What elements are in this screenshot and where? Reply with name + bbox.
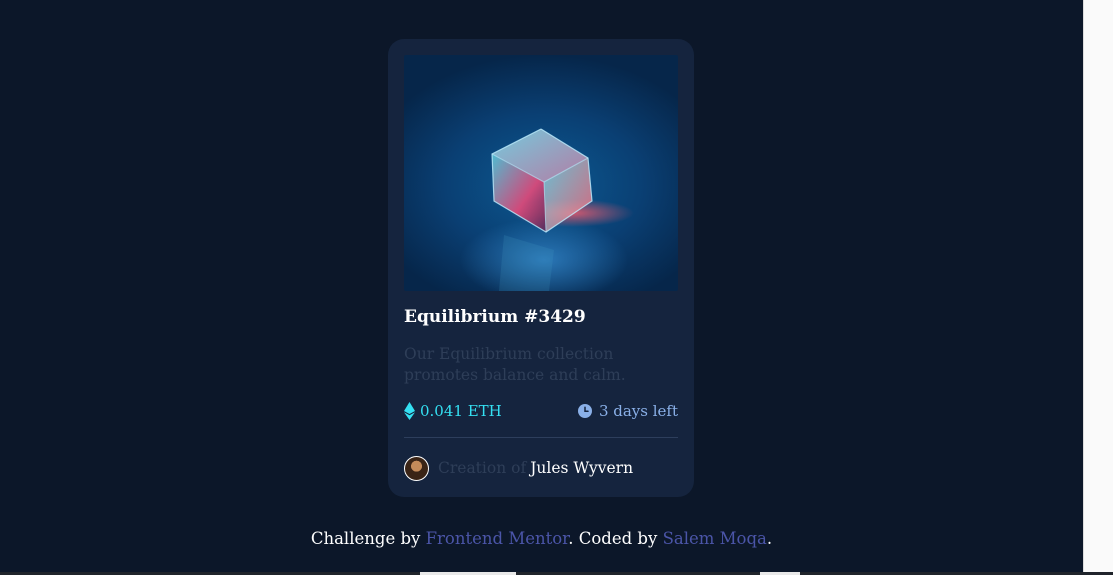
cube-illustration — [491, 128, 634, 291]
nft-title[interactable]: Equilibrium #3429 — [404, 307, 586, 327]
creator-avatar — [404, 455, 429, 481]
creator-name[interactable]: Jules Wyvern — [530, 459, 633, 477]
nft-description: Our Equilibrium collection promotes bala… — [404, 345, 626, 384]
nft-image[interactable] — [404, 55, 678, 291]
creator-row: Creation of Jules Wyvern — [404, 454, 633, 482]
card-divider — [404, 437, 678, 438]
price-value: 0.041 ETH — [420, 402, 502, 420]
time-left-value: 3 days left — [598, 402, 678, 420]
coder-link[interactable]: Salem Moqa — [663, 529, 767, 548]
coded-prefix: . Coded by — [568, 529, 658, 548]
challenge-prefix: Challenge by — [310, 529, 421, 548]
window-edge — [1083, 0, 1113, 575]
attribution-footer: Challenge by Frontend Mentor. Coded by S… — [0, 529, 1083, 548]
nft-card: Equilibrium #3429 Our Equilibrium collec… — [388, 39, 694, 497]
creation-label: Creation of — [438, 459, 527, 477]
footer-suffix: . — [766, 529, 773, 548]
nft-price: 0.041 ETH — [404, 401, 502, 421]
frontend-mentor-link[interactable]: Frontend Mentor — [426, 529, 569, 548]
clock-icon — [577, 404, 592, 418]
nft-time-left: 3 days left — [577, 401, 678, 421]
ethereum-icon — [404, 402, 415, 420]
